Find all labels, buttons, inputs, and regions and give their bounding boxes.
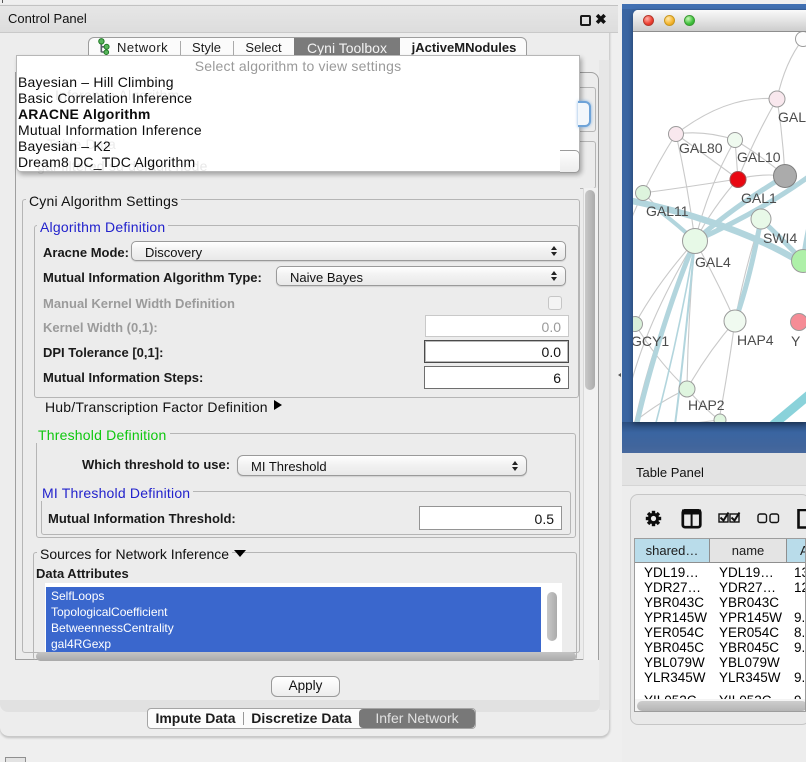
svg-text:GAL4: GAL4 bbox=[695, 254, 731, 270]
svg-text:GAL80: GAL80 bbox=[679, 140, 723, 156]
svg-text:GCY1: GCY1 bbox=[633, 333, 669, 349]
svg-text:HAP4: HAP4 bbox=[737, 332, 774, 348]
svg-text:HAP2: HAP2 bbox=[688, 397, 725, 413]
svg-text:GAL11: GAL11 bbox=[646, 203, 689, 219]
svg-text:SWI4: SWI4 bbox=[763, 230, 797, 246]
svg-text:Y: Y bbox=[791, 333, 801, 349]
svg-text:GAL1: GAL1 bbox=[741, 190, 777, 206]
svg-text:GAL10: GAL10 bbox=[737, 149, 781, 165]
svg-text:GAL7: GAL7 bbox=[778, 109, 806, 125]
